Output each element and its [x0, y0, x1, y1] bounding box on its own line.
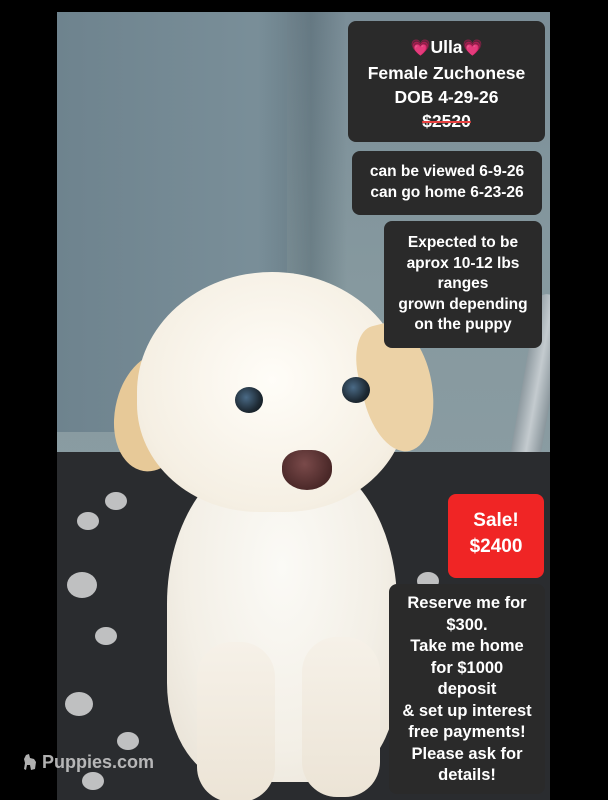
watermark: Puppies.com [22, 752, 154, 773]
reservation-line: free payments! [408, 723, 526, 741]
puppy-leg-left [197, 642, 275, 800]
heart-icon: 💗 [462, 40, 483, 57]
reservation-line: Please ask for [411, 744, 523, 763]
puppy-name-line: 💗Ulla💗 [348, 35, 545, 61]
listing-info-box: 💗Ulla💗 Female Zuchonese DOB 4-29-26 $252… [348, 21, 545, 142]
schedule-box: can be viewed 6-9-26 can go home 6-23-26 [352, 151, 542, 215]
size-line: ranges [437, 275, 489, 292]
reservation-line: Reserve me for [407, 594, 527, 612]
reservation-box: Reserve me for $300. Take me home for $1… [389, 584, 545, 794]
dog-logo-icon [24, 754, 36, 770]
breed-line: Female Zuchonese [367, 63, 526, 83]
sale-badge: Sale! $2400 [448, 494, 544, 578]
size-line: Expected to be [407, 234, 519, 251]
dob-line: DOB 4-29-26 [394, 87, 499, 107]
original-price: $2520 [422, 111, 471, 131]
size-line: on the puppy [414, 316, 512, 333]
reservation-line: Take me home [410, 637, 524, 655]
puppy-leg-right [302, 637, 380, 797]
puppy-name: Ulla [430, 37, 463, 57]
size-line: grown depending [398, 295, 528, 313]
reservation-line: deposit [437, 680, 497, 698]
puppy-nose [282, 450, 332, 490]
sale-price: $2400 [469, 536, 523, 557]
reservation-line: details! [438, 766, 496, 784]
size-info-box: Expected to be aprox 10-12 lbs ranges gr… [384, 221, 542, 348]
reservation-line: $300. [446, 615, 488, 634]
puppy-eye-right [342, 377, 370, 403]
go-home-date: can go home 6-23-26 [370, 184, 524, 201]
sale-label: Sale! [473, 510, 519, 531]
puppy-eye-left [235, 387, 263, 413]
reservation-line: & set up interest [402, 701, 532, 720]
viewing-date: can be viewed 6-9-26 [369, 163, 525, 180]
watermark-text: Puppies.com [42, 752, 155, 772]
heart-icon: 💗 [410, 40, 431, 57]
reservation-line: for $1000 [430, 658, 504, 677]
size-line: aprox 10-12 lbs [406, 254, 520, 272]
